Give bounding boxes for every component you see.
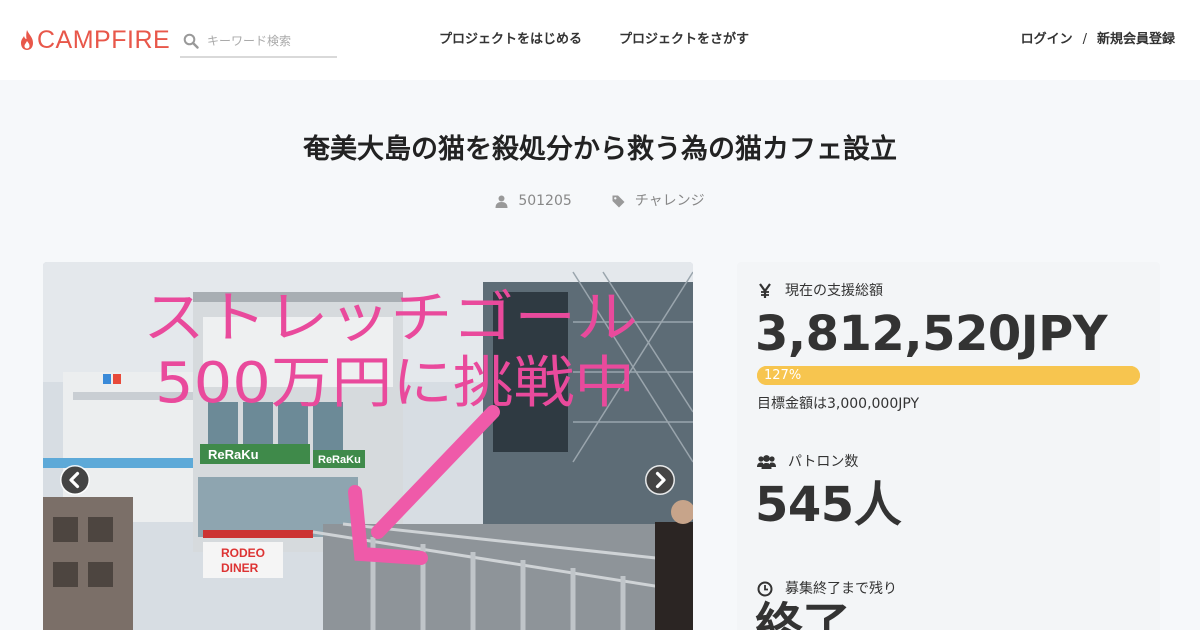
remaining-label-row: 募集終了まで残り — [757, 579, 897, 599]
chevron-left-icon — [61, 466, 89, 494]
campfire-logo[interactable]: CAMPFIRE — [20, 26, 170, 54]
raised-amount: 3,812,520JPY — [755, 306, 1108, 362]
goal-amount: 目標金額は3,000,000JPY — [757, 396, 920, 412]
project-owner[interactable]: 501205 — [495, 190, 572, 212]
slide-next-button[interactable] — [645, 465, 675, 495]
patrons-count: 545人 — [755, 477, 902, 533]
search-input[interactable] — [207, 34, 327, 48]
raised-label-row: 現在の支援総額 — [757, 281, 883, 301]
owner-name: 501205 — [518, 193, 572, 209]
project-stats: 現在の支援総額 3,812,520JPY 127% 目標金額は3,000,000… — [737, 262, 1160, 630]
flame-icon — [21, 30, 33, 50]
search-icon — [183, 33, 199, 49]
remaining-time: 終了 — [755, 598, 851, 630]
remaining-label: 募集終了まで残り — [785, 581, 897, 597]
raised-label: 現在の支援総額 — [785, 283, 883, 299]
auth-links: ログイン / 新規会員登録 — [1021, 31, 1175, 49]
slide-prev-button[interactable] — [60, 465, 90, 495]
street-photo-illustration: ReRaKu ReRaKu RODEO DINER ストレッチゴール 500万円… — [43, 262, 693, 630]
auth-separator: / — [1082, 32, 1087, 47]
project-title: 奄美大島の猫を殺処分から救う為の猫カフェ設立 — [303, 134, 897, 165]
users-icon — [757, 455, 776, 469]
photo-overlay-line1: ストレッチゴール — [143, 286, 638, 351]
project-meta: 501205 チャレンジ — [0, 190, 1200, 212]
progress-percent: 127% — [764, 368, 802, 383]
sign-rodeo: RODEO — [221, 546, 265, 560]
patrons-label-row: パトロン数 — [757, 452, 858, 472]
user-icon — [495, 195, 508, 208]
category-name: チャレンジ — [634, 193, 705, 209]
photo-overlay-line2: 500万円に挑戦中 — [155, 351, 635, 416]
progress-fill — [757, 366, 1140, 385]
project-photo[interactable]: ReRaKu ReRaKu RODEO DINER ストレッチゴール 500万円… — [43, 262, 693, 630]
signup-link[interactable]: 新規会員登録 — [1097, 31, 1175, 49]
chevron-right-icon — [646, 466, 674, 494]
sign-reraku-1: ReRaKu — [208, 447, 259, 462]
site-header: CAMPFIRE プロジェクトをはじめる プロジェクトをさがす ログイン / 新… — [0, 0, 1200, 80]
yen-icon — [759, 283, 771, 298]
clock-icon — [757, 581, 773, 597]
nav-start-project[interactable]: プロジェクトをはじめる — [439, 31, 582, 49]
patrons-label: パトロン数 — [788, 454, 859, 470]
sign-reraku-2: ReRaKu — [318, 454, 361, 466]
tag-icon — [612, 195, 625, 207]
project-category[interactable]: チャレンジ — [612, 190, 705, 212]
search-box[interactable] — [180, 26, 337, 58]
logo-text: CAMPFIRE — [37, 26, 171, 54]
sign-diner: DINER — [221, 561, 259, 575]
nav-find-project[interactable]: プロジェクトをさがす — [619, 31, 749, 49]
login-link[interactable]: ログイン — [1021, 31, 1073, 49]
funding-progress-bar: 127% — [757, 366, 1140, 385]
